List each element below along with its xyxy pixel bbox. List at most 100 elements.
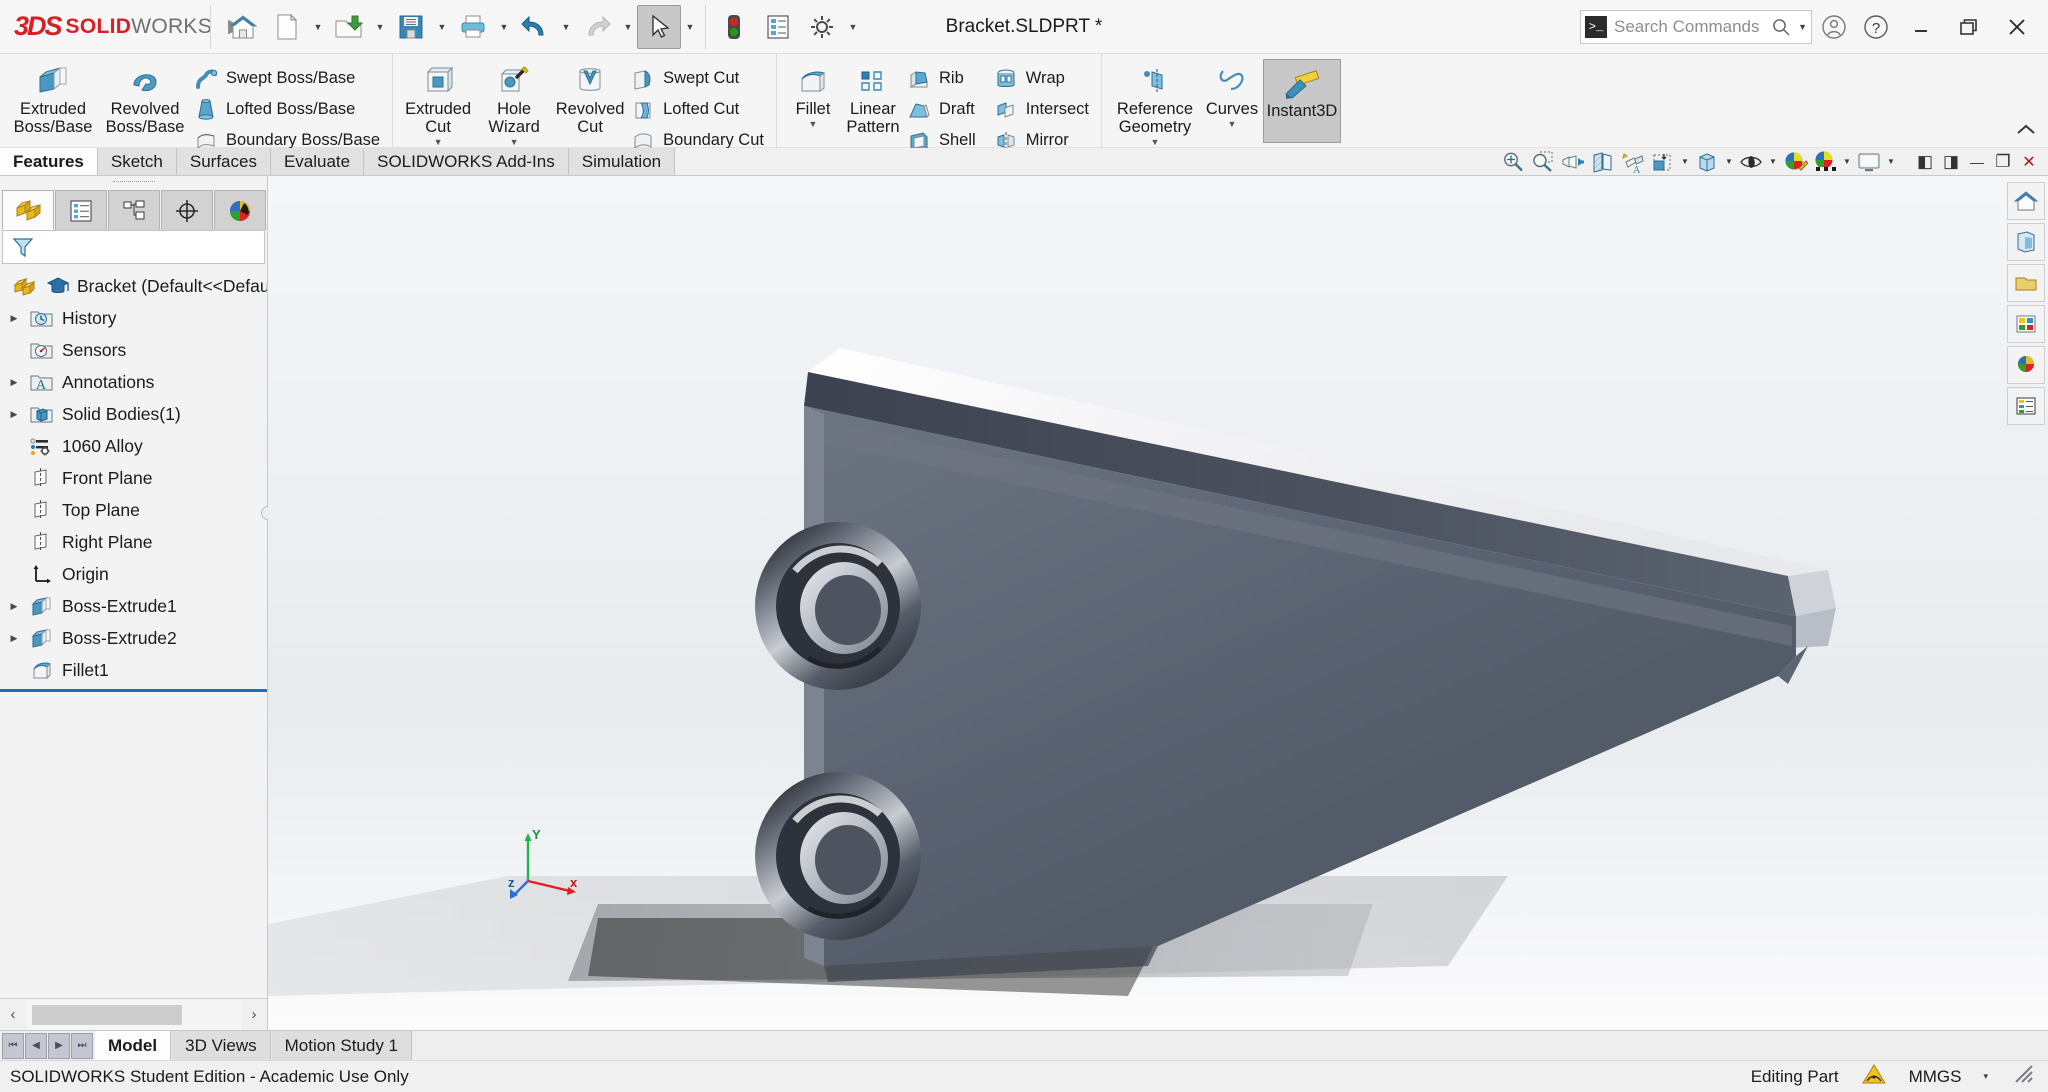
tab-surfaces[interactable]: Surfaces: [176, 148, 271, 175]
extruded-cut-button[interactable]: Extruded Cut ▼: [400, 59, 476, 147]
tree-item-boss-extrude1[interactable]: ▶ Boss-Extrude1: [0, 590, 267, 622]
view-orientation-button[interactable]: A: [1618, 148, 1648, 175]
zoom-to-area-button[interactable]: [1528, 148, 1558, 175]
file-properties-button[interactable]: [756, 5, 800, 49]
expander[interactable]: ▶: [6, 409, 22, 420]
previous-view-button[interactable]: [1558, 148, 1588, 175]
feature-tree-tab[interactable]: [2, 190, 54, 230]
fillet-button[interactable]: Fillet ▼: [784, 59, 842, 129]
tree-item-solid-bodies[interactable]: ▶ Solid Bodies(1): [0, 398, 267, 430]
tab-sketch[interactable]: Sketch: [97, 148, 177, 175]
resize-grip-button[interactable]: [2010, 1062, 2038, 1091]
open-button[interactable]: [327, 5, 371, 49]
select-button[interactable]: [637, 4, 681, 49]
rib-button[interactable]: Rib: [904, 64, 981, 93]
hide-show-items-button[interactable]: [1736, 148, 1766, 175]
expander[interactable]: ▶: [6, 377, 22, 388]
search-commands-box[interactable]: >_ Search Commands ▼: [1580, 9, 1812, 44]
doc-tab-motion-study[interactable]: Motion Study 1: [270, 1031, 413, 1060]
curves-button[interactable]: Curves ▼: [1201, 59, 1263, 129]
search-icon[interactable]: [1771, 17, 1791, 37]
options-button[interactable]: [800, 5, 844, 49]
intersect-button[interactable]: Intersect: [991, 95, 1094, 124]
redo-dropdown[interactable]: ▼: [619, 5, 637, 49]
last-tab-button[interactable]: ⏭: [71, 1032, 93, 1059]
search-dropdown[interactable]: ▼: [1798, 22, 1807, 32]
lower-boss[interactable]: [755, 772, 921, 940]
scrollbar-thumb[interactable]: [32, 1004, 182, 1025]
tab-solidworks-add-ins[interactable]: SOLIDWORKS Add-Ins: [364, 148, 569, 175]
hole-wizard-dropdown[interactable]: ▼: [510, 137, 519, 147]
warning-button[interactable]: [1861, 1062, 1887, 1091]
revolved-cut-button[interactable]: Revolved Cut: [552, 59, 628, 136]
view-orientation-dropdown[interactable]: ▼: [1678, 148, 1692, 175]
extruded-boss-base-button[interactable]: Extruded Boss/Base: [7, 59, 99, 136]
open-dropdown[interactable]: ▼: [371, 5, 389, 49]
status-units[interactable]: MMGS: [1909, 1067, 1962, 1087]
tree-item-bracket[interactable]: Bracket (Default<<Defaul: [0, 270, 267, 302]
save-dropdown[interactable]: ▼: [433, 5, 451, 49]
view-settings-dropdown[interactable]: ▼: [1884, 148, 1898, 175]
wrap-button[interactable]: Wrap: [991, 64, 1094, 93]
view-orientation-cube-button[interactable]: [1648, 148, 1678, 175]
upper-boss[interactable]: [755, 522, 921, 690]
print-dropdown[interactable]: ▼: [495, 5, 513, 49]
units-dropdown[interactable]: ▾: [1983, 1071, 1988, 1082]
decals-button[interactable]: [2007, 305, 2045, 343]
new-document-dropdown[interactable]: ▼: [309, 5, 327, 49]
tree-item-origin[interactable]: Origin: [0, 558, 267, 590]
reference-geometry-dropdown[interactable]: ▼: [1151, 137, 1160, 147]
display-style-button[interactable]: [1692, 148, 1722, 175]
appearances-button[interactable]: [2007, 223, 2045, 261]
brand-logo[interactable]: 3DS SOLIDWORKS ▶: [0, 11, 243, 42]
expander[interactable]: ▶: [6, 601, 22, 612]
first-tab-button[interactable]: ⏮: [2, 1032, 24, 1059]
new-document-button[interactable]: [265, 5, 309, 49]
scroll-right-button[interactable]: ›: [241, 1000, 267, 1030]
close-doc-button[interactable]: ✕: [2016, 149, 2042, 175]
print-button[interactable]: [451, 5, 495, 49]
zoom-to-fit-button[interactable]: [1498, 148, 1528, 175]
next-tab-button[interactable]: ▶: [48, 1032, 70, 1059]
hole-wizard-button[interactable]: Hole Wizard ▼: [476, 59, 552, 147]
scrollbar-track[interactable]: [26, 999, 241, 1030]
restore-window-button[interactable]: [1946, 5, 1992, 49]
lights-cameras-button[interactable]: [2007, 346, 2045, 384]
search-input[interactable]: Search Commands: [1614, 17, 1764, 37]
scenes-button[interactable]: [2007, 264, 2045, 302]
tree-item-boss-extrude2[interactable]: ▶ Boss-Extrude2: [0, 622, 267, 654]
tab-evaluate[interactable]: Evaluate: [270, 148, 365, 175]
apply-scene-dropdown[interactable]: ▼: [1840, 148, 1854, 175]
options-dropdown[interactable]: ▼: [844, 5, 862, 49]
hide-show-items-dropdown[interactable]: ▼: [1766, 148, 1780, 175]
minimize-doc-button[interactable]: —: [1964, 149, 1990, 175]
property-manager-tab[interactable]: [55, 190, 107, 230]
help-button[interactable]: ?: [1856, 5, 1896, 49]
undo-button[interactable]: [513, 5, 557, 49]
expander[interactable]: ▶: [6, 633, 22, 644]
tab-features[interactable]: Features: [0, 148, 98, 175]
curves-dropdown[interactable]: ▼: [1228, 119, 1237, 129]
user-account-button[interactable]: [1814, 5, 1854, 49]
doc-tab-model[interactable]: Model: [94, 1031, 172, 1060]
instant3d-button[interactable]: Instant3D: [1262, 59, 1341, 143]
save-button[interactable]: [389, 5, 433, 49]
expander[interactable]: ▶: [6, 313, 22, 324]
display-style-dropdown[interactable]: ▼: [1722, 148, 1736, 175]
edit-appearance-button[interactable]: [1780, 148, 1810, 175]
swept-boss-base-button[interactable]: Swept Boss/Base: [191, 64, 385, 93]
apply-scene-button[interactable]: [1810, 148, 1840, 175]
lofted-cut-button[interactable]: Lofted Cut: [628, 95, 769, 124]
tree-item-front-plane[interactable]: Front Plane: [0, 462, 267, 494]
close-window-button[interactable]: [1994, 5, 2040, 49]
tree-item-history[interactable]: ▶ History: [0, 302, 267, 334]
linear-pattern-button[interactable]: Linear Pattern: [842, 59, 904, 136]
display-manager-tab[interactable]: [214, 190, 266, 230]
panel-left-button[interactable]: ◧: [1912, 149, 1938, 175]
restore-doc-button[interactable]: ❐: [1990, 149, 2016, 175]
draft-button[interactable]: Draft: [904, 95, 981, 124]
tree-item-annotations[interactable]: ▶ A Annotations: [0, 366, 267, 398]
tree-item-top-plane[interactable]: Top Plane: [0, 494, 267, 526]
configuration-manager-tab[interactable]: [108, 190, 160, 230]
rollback-bar[interactable]: [0, 689, 267, 692]
